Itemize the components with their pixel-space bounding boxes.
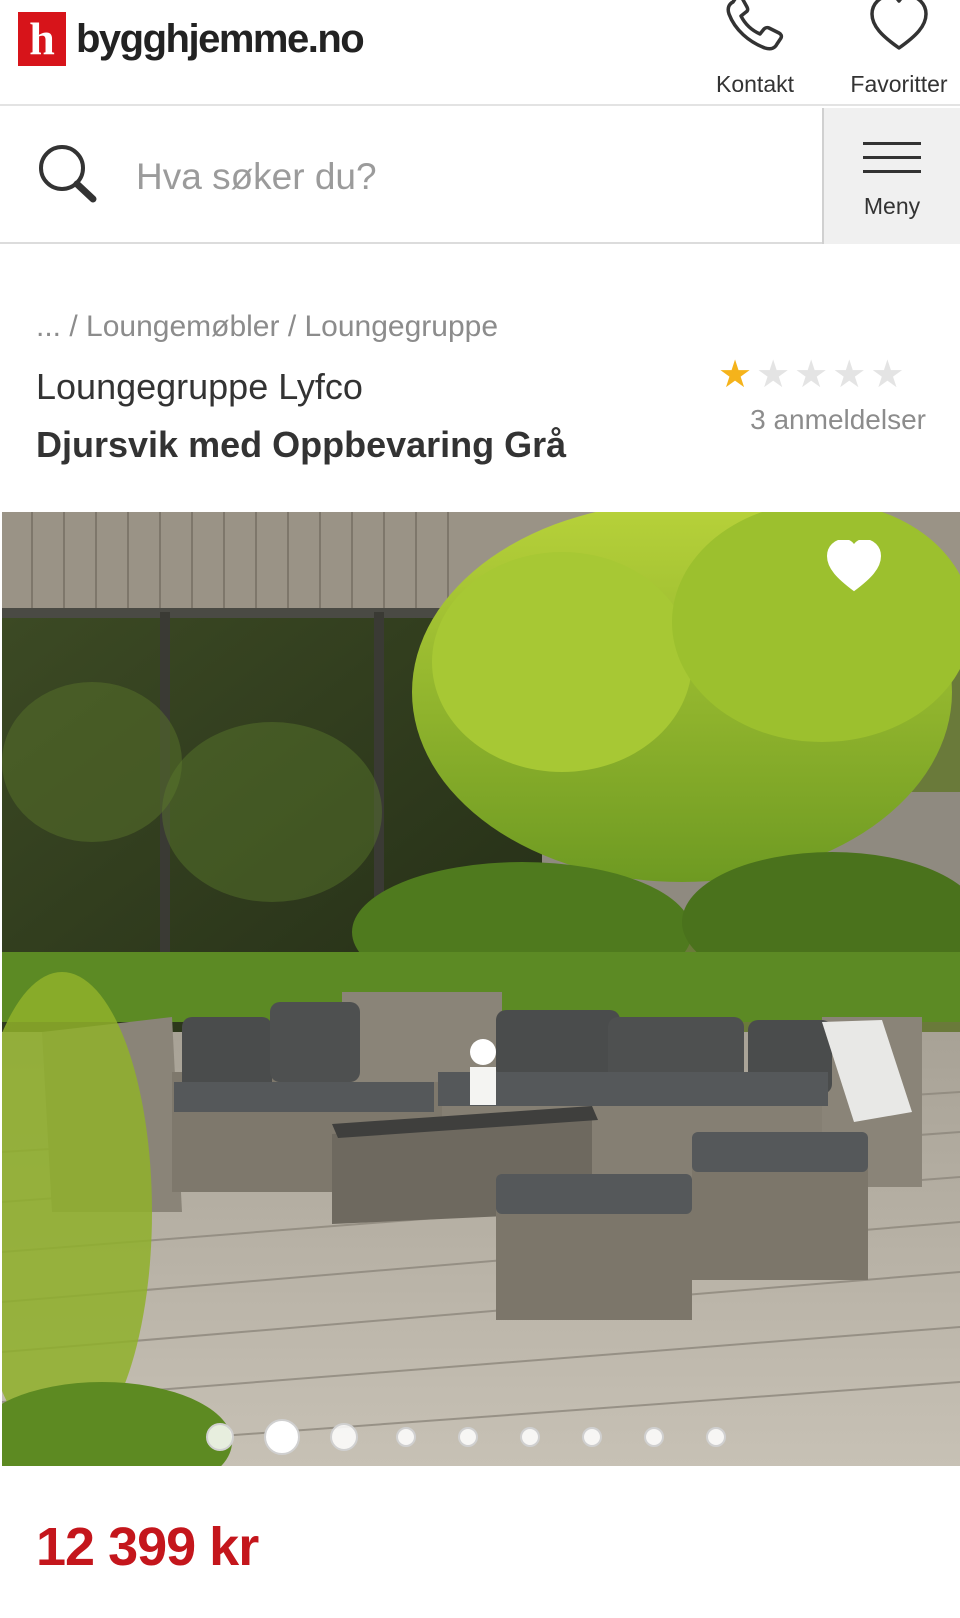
reviews-count[interactable]: 3 anmeldelser <box>700 404 926 436</box>
breadcrumb-separator: / <box>61 310 87 343</box>
menu-button[interactable]: Meny <box>822 108 960 244</box>
favorites-link[interactable]: Favoritter <box>834 0 960 98</box>
hamburger-icon <box>863 142 921 179</box>
breadcrumb-item-loungegruppe[interactable]: Loungegruppe <box>305 310 499 343</box>
star-empty-icon: ★ <box>794 354 829 396</box>
rating-stars[interactable]: ★ ★ ★ ★ ★ <box>718 356 904 394</box>
search-bar: Meny <box>0 108 960 244</box>
breadcrumb-item-loungemobler[interactable]: Loungemøbler <box>86 310 279 343</box>
star-filled-icon: ★ <box>718 354 753 396</box>
gallery-pagination <box>206 1419 726 1455</box>
logo-text: bygghjemme.no <box>76 16 365 61</box>
star-empty-icon: ★ <box>756 354 791 396</box>
site-header: h bygghjemme.no Kontakt Favoritter <box>0 0 960 106</box>
star-empty-icon: ★ <box>870 354 905 396</box>
menu-label: Meny <box>863 193 921 219</box>
product-image-gallery[interactable] <box>2 512 960 1466</box>
gallery-dot[interactable] <box>458 1427 478 1447</box>
product-photo <box>2 512 960 1466</box>
gallery-dot[interactable] <box>644 1427 664 1447</box>
gallery-dot[interactable] <box>706 1427 726 1447</box>
product-name-title: Djursvik med Oppbevaring Grå <box>36 424 567 465</box>
product-brand-title: Loungegruppe Lyfco <box>36 366 363 407</box>
star-empty-icon: ★ <box>832 354 867 396</box>
breadcrumb-separator: / <box>279 310 305 343</box>
gallery-dot[interactable] <box>582 1427 602 1447</box>
site-logo[interactable]: h bygghjemme.no <box>18 12 365 66</box>
gallery-dot[interactable] <box>330 1423 358 1451</box>
gallery-dot-active[interactable] <box>264 1419 300 1455</box>
logo-mark: h <box>18 12 66 66</box>
contact-link[interactable]: Kontakt <box>700 0 810 98</box>
favorites-label: Favoritter <box>850 71 948 97</box>
breadcrumb-item-ellipsis[interactable]: ... <box>36 310 61 343</box>
gallery-dot[interactable] <box>206 1423 234 1451</box>
heart-filled-icon[interactable] <box>824 540 884 594</box>
gallery-dot[interactable] <box>396 1427 416 1447</box>
heart-outline-icon <box>868 0 930 61</box>
search-input[interactable] <box>136 152 776 202</box>
contact-label: Kontakt <box>716 71 794 97</box>
phone-icon <box>723 0 787 61</box>
search-icon[interactable] <box>36 142 100 211</box>
breadcrumb: ... / Loungemøbler / Loungegruppe <box>36 310 498 344</box>
gallery-dot[interactable] <box>520 1427 540 1447</box>
product-price: 12 399 kr <box>36 1517 259 1577</box>
